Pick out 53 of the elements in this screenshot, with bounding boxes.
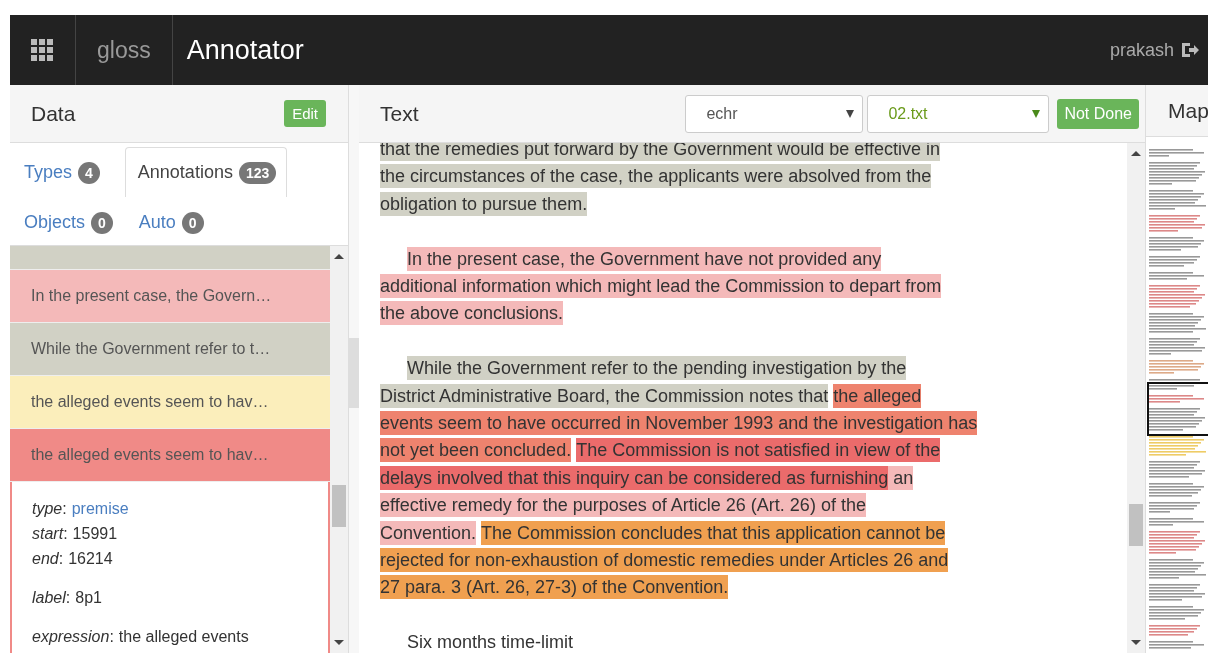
scrollbar[interactable]	[1127, 143, 1145, 653]
count-badge: 4	[78, 161, 100, 184]
highlighted-text[interactable]: an	[888, 465, 914, 490]
tab[interactable]: Types 4	[23, 147, 111, 197]
highlighted-text[interactable]: additional information which might lead the Commission to depart from	[380, 274, 942, 298]
document-text: Six months time-limit	[407, 632, 574, 653]
document-dropdown[interactable]: 02.txt	[867, 94, 1050, 133]
panel-title: Map	[1168, 98, 1208, 123]
caret-icon	[1032, 109, 1041, 118]
highlighted-text[interactable]: delays involved that this inquiry can be considered as furnishing	[380, 465, 889, 490]
tab[interactable]: Annotations 123	[124, 147, 288, 197]
annotation-item[interactable]: the alleged events seem to hav…	[10, 376, 330, 429]
app-title: Annotator	[186, 34, 304, 66]
annotation-item[interactable]: While the Government refer to t…	[10, 323, 330, 376]
caret-icon	[846, 109, 855, 118]
annotation-item[interactable]: the alleged events seem to hav…	[10, 429, 330, 482]
logout-icon[interactable]	[1180, 41, 1200, 59]
highlighted-text[interactable]: 27 para. 3 (Art. 26, 27-3) of the Convention.	[380, 575, 729, 600]
highlighted-text[interactable]: The Commission is not satisfied in view of the	[576, 438, 941, 463]
highlighted-text[interactable]: The Commission concludes that this application cannot be	[481, 520, 946, 545]
count-badge: 123	[238, 161, 277, 184]
highlighted-text[interactable]: events seem to have occurred in November 1993 and the investigation has	[380, 411, 978, 436]
highlighted-text[interactable]: effective remedy for the purposes of Article 26 (Art. 26) of the	[380, 493, 866, 518]
panel-title: Text	[380, 101, 419, 126]
apps-grid-icon[interactable]	[31, 39, 53, 61]
highlighted-text[interactable]: While the Government refer to the pending investigation by the	[407, 356, 907, 381]
highlighted-text[interactable]: the alleged	[833, 383, 922, 408]
highlighted-text[interactable]: obligation to pursue them.	[380, 191, 588, 216]
scrollbar[interactable]	[330, 246, 348, 653]
user-menu[interactable]: prakash	[1109, 15, 1208, 85]
panel-title: Data	[31, 101, 77, 126]
corpus-dropdown[interactable]: echr	[685, 94, 864, 133]
highlighted-text[interactable]: rejected for non-exhaustion of domestic remedies under Articles 26 and	[380, 548, 949, 573]
count-badge: 0	[181, 211, 204, 234]
detail-field: start: 15991	[32, 521, 308, 546]
brand-name[interactable]: gloss	[97, 36, 151, 64]
highlighted-text[interactable]: District Administrative Board, the Commission notes that	[380, 383, 829, 408]
type-link[interactable]: premise	[71, 500, 129, 517]
highlighted-text[interactable]: Convention.	[380, 520, 477, 545]
highlighted-text[interactable]: In the present case, the Government have not provided any	[407, 246, 882, 271]
detail-field: end: 16214	[32, 546, 308, 571]
count-badge: 0	[91, 211, 113, 234]
highlighted-text[interactable]: not yet been concluded.	[380, 438, 572, 463]
annotation-item[interactable]: In the present case, the Govern…	[10, 270, 330, 323]
detail-field: label: 8p1	[32, 585, 308, 610]
detail-field: type: premise	[32, 496, 308, 521]
highlighted-text[interactable]: the circumstances of the case, the applicants were absolved from the	[380, 164, 932, 189]
annotation-item[interactable]	[10, 246, 330, 270]
highlighted-text[interactable]: the above conclusions.	[380, 301, 564, 326]
tab[interactable]: Auto 0	[137, 197, 215, 247]
detail-field: expression: the alleged events	[32, 624, 308, 649]
scrollbar[interactable]	[349, 85, 359, 653]
tab[interactable]: Objects 0	[23, 197, 124, 247]
